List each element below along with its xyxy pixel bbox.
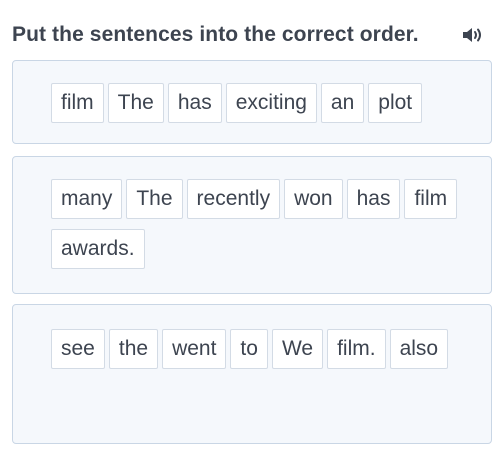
word-chip[interactable]: won — [284, 179, 343, 219]
word-chip[interactable]: many — [51, 179, 123, 219]
sentence-card-2: many The recently won has film awards. — [12, 156, 492, 294]
word-chip-list: see the went to We film. also — [51, 329, 471, 369]
word-chip-list: many The recently won has film awards. — [51, 179, 471, 269]
word-chip[interactable]: exciting — [225, 83, 317, 123]
sentence-card-1: film The has exciting an plot — [12, 60, 492, 144]
word-chip[interactable]: went — [162, 329, 227, 369]
word-chip[interactable]: see — [51, 329, 105, 369]
word-chip[interactable]: film — [404, 179, 458, 219]
sentence-card-3: see the went to We film. also — [12, 304, 492, 444]
word-chip[interactable]: an — [320, 83, 365, 123]
speaker-sound-icon[interactable] — [460, 24, 486, 46]
word-chip-list: film The has exciting an plot — [51, 83, 471, 123]
word-chip[interactable]: film. — [327, 329, 386, 369]
word-chip[interactable]: We — [271, 329, 324, 369]
word-chip[interactable]: also — [389, 329, 449, 369]
word-chip[interactable]: plot — [368, 83, 423, 123]
word-chip[interactable]: The — [107, 83, 164, 123]
word-chip[interactable]: recently — [186, 179, 281, 219]
exercise-header: Put the sentences into the correct order… — [12, 20, 488, 50]
word-chip[interactable]: The — [126, 179, 183, 219]
word-chip[interactable]: has — [346, 179, 401, 219]
word-chip[interactable]: the — [108, 329, 159, 369]
speaker-sound-icon-graphic — [463, 28, 481, 42]
word-chip[interactable]: awards. — [51, 229, 145, 269]
word-chip[interactable]: has — [167, 83, 222, 123]
exercise-page: Put the sentences into the correct order… — [0, 0, 500, 472]
word-chip[interactable]: film — [51, 83, 104, 123]
instruction-title: Put the sentences into the correct order… — [12, 23, 419, 46]
word-chip[interactable]: to — [230, 329, 268, 369]
